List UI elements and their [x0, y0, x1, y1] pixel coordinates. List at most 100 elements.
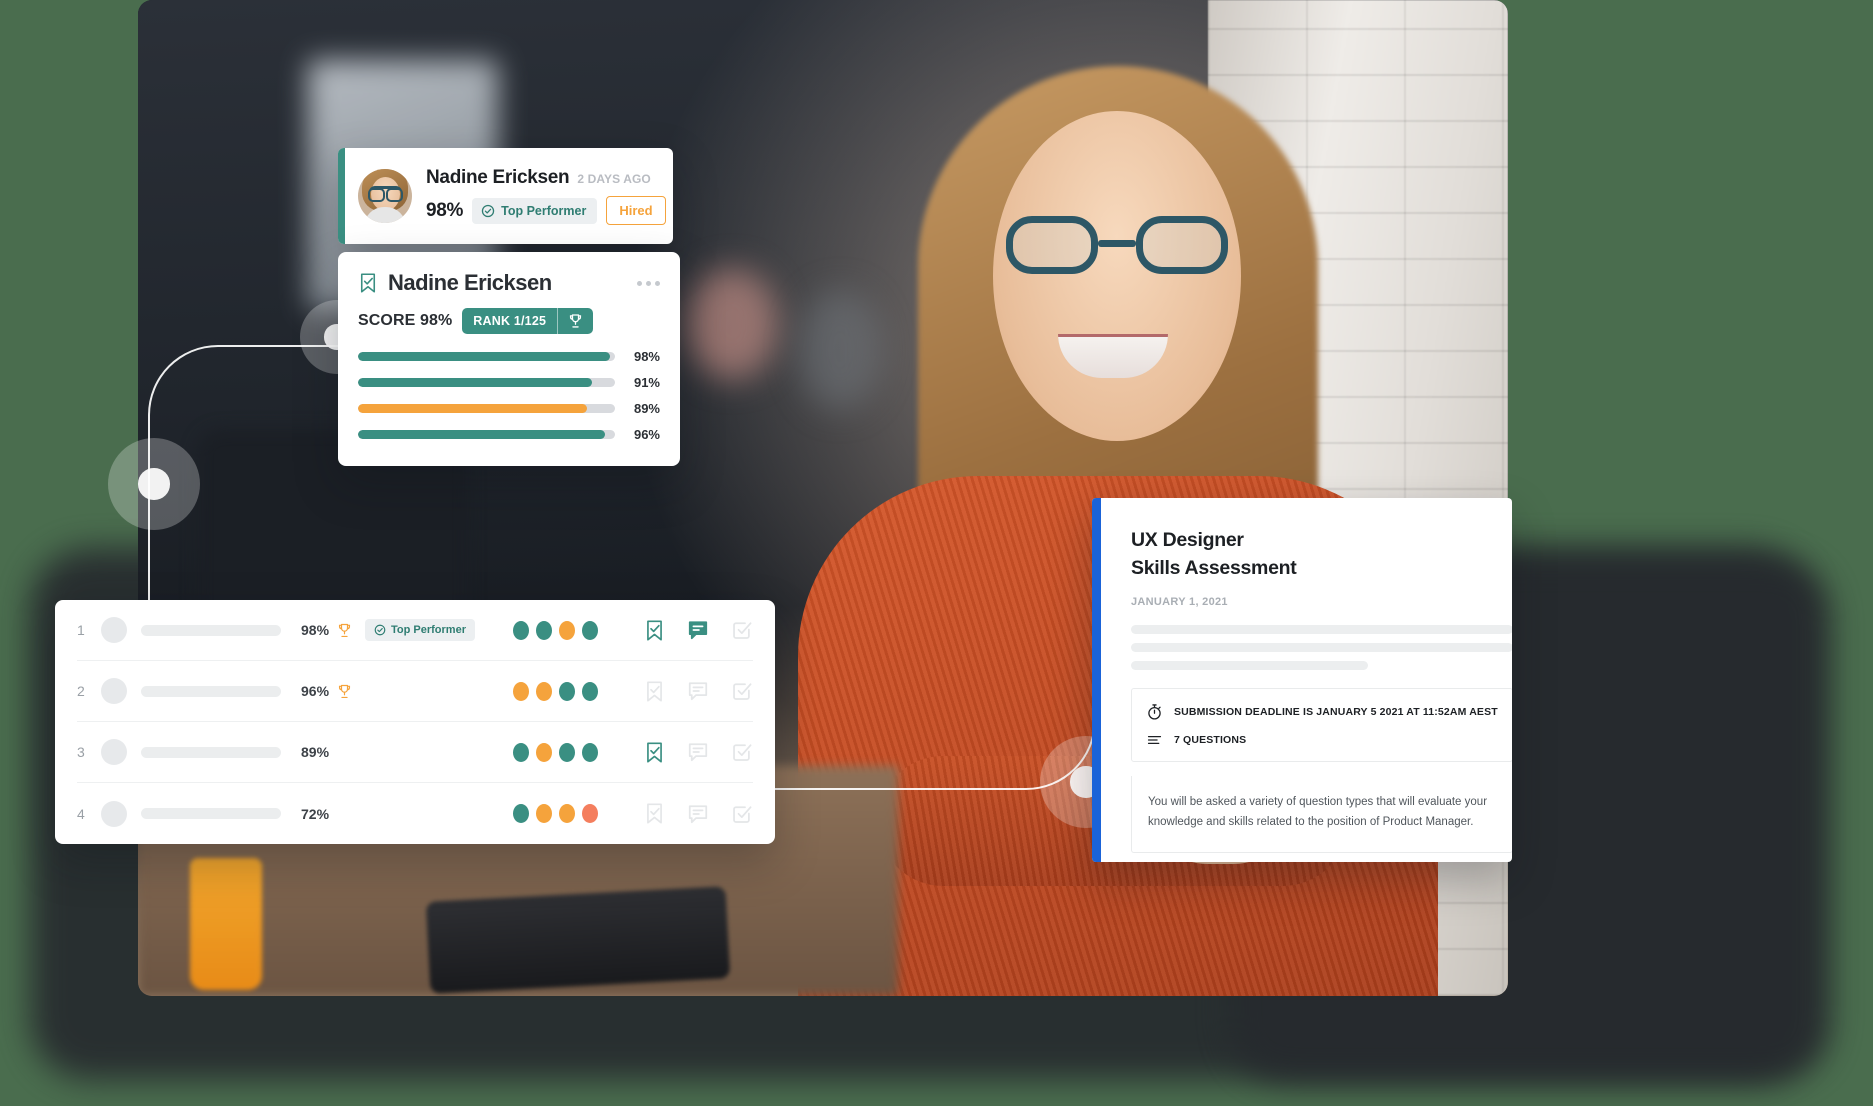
- table-row[interactable]: 2 96%: [77, 661, 753, 722]
- deadline-row: SUBMISSION DEADLINE IS JANUARY 5 2021 AT…: [1146, 703, 1498, 721]
- avatar: [358, 169, 412, 223]
- candidate-score-card[interactable]: Nadine Ericksen SCORE 98% RANK 1/125 98%…: [338, 252, 680, 466]
- row-actions: [644, 741, 753, 764]
- score-bar-fill: [358, 404, 587, 413]
- status-dot: [582, 804, 598, 823]
- trophy-icon: [337, 683, 359, 700]
- status-dot-group: [513, 620, 598, 640]
- table-row[interactable]: 4 72%: [77, 783, 753, 844]
- score-bar-row: 98%: [358, 349, 660, 364]
- placeholder-lines: [1131, 624, 1512, 670]
- check-square-icon[interactable]: [731, 803, 753, 825]
- assessment-description: You will be asked a variety of question …: [1131, 775, 1512, 853]
- status-dot: [582, 620, 598, 640]
- status-dot: [582, 742, 598, 762]
- bookmark-check-icon[interactable]: [358, 272, 378, 294]
- timestamp: 2 DAYS AGO: [577, 172, 651, 186]
- trophy-icon: [337, 622, 359, 639]
- hired-button[interactable]: Hired: [606, 196, 666, 225]
- comment-icon[interactable]: [687, 619, 709, 641]
- assessment-meta-box: SUBMISSION DEADLINE IS JANUARY 5 2021 AT…: [1131, 687, 1512, 762]
- avatar: [101, 678, 127, 704]
- check-square-icon[interactable]: [731, 680, 753, 702]
- score-bar-track: [358, 352, 615, 361]
- name-placeholder: [141, 746, 281, 758]
- avatar: [101, 739, 127, 765]
- score-bar-row: 96%: [358, 427, 660, 442]
- connector-node-b: [108, 438, 200, 530]
- row-actions: [644, 680, 753, 703]
- status-dot: [536, 620, 552, 640]
- candidate-leaderboard-panel[interactable]: 1 98% Top Performer 2 96% 3 89% 4 72%: [55, 600, 775, 844]
- check-circle-icon: [481, 204, 495, 218]
- name-placeholder: [141, 624, 281, 636]
- status-dot: [559, 742, 575, 762]
- status-dot-group: [513, 681, 598, 701]
- stopwatch-icon: [1146, 703, 1163, 721]
- table-row[interactable]: 1 98% Top Performer: [77, 600, 753, 661]
- top-performer-badge: Top Performer: [472, 197, 598, 224]
- row-score: 72%: [301, 805, 330, 822]
- name-placeholder: [141, 685, 281, 697]
- candidate-notification-card[interactable]: Nadine Ericksen 2 DAYS AGO 98% Top Perfo…: [338, 148, 673, 244]
- avatar: [101, 800, 127, 827]
- status-dot-group: [513, 804, 598, 823]
- row-rank: 2: [77, 683, 85, 699]
- name-placeholder: [141, 808, 281, 819]
- score-bar-value: 89%: [633, 401, 660, 416]
- bookmark-check-icon[interactable]: [644, 619, 665, 642]
- card-accent-strip: [338, 148, 345, 244]
- deadline-text: SUBMISSION DEADLINE IS JANUARY 5 2021 AT…: [1174, 705, 1498, 718]
- rank-label: RANK 1/125: [473, 314, 547, 328]
- score-bar-value: 91%: [633, 375, 660, 390]
- assessment-title: UX Designer Skills Assessment: [1131, 526, 1512, 583]
- score-bar-row: 89%: [358, 401, 660, 416]
- comment-icon[interactable]: [687, 680, 709, 702]
- row-actions: [644, 802, 753, 825]
- list-icon: [1146, 731, 1163, 749]
- status-dot: [536, 681, 552, 701]
- candidate-score: 98%: [426, 199, 464, 221]
- juice-glass: [190, 858, 262, 990]
- status-dot: [513, 620, 529, 640]
- score-bar-track: [358, 404, 615, 413]
- assessment-detail-panel[interactable]: UX Designer Skills Assessment JANUARY 1,…: [1092, 498, 1512, 862]
- score-bar-value: 96%: [633, 427, 660, 442]
- more-horizontal-icon[interactable]: [637, 280, 660, 286]
- badge-slot: Top Performer: [359, 619, 487, 641]
- top-performer-badge: Top Performer: [365, 619, 475, 641]
- bookmark-check-icon[interactable]: [644, 680, 665, 703]
- score-bar-list: 98% 91% 89% 96%: [358, 349, 660, 442]
- status-dot: [559, 681, 575, 701]
- comment-icon[interactable]: [687, 803, 709, 825]
- row-actions: [644, 619, 753, 642]
- questions-row: 7 QUESTIONS: [1146, 731, 1498, 749]
- bookmark-check-icon[interactable]: [644, 802, 665, 825]
- row-score: 89%: [301, 744, 330, 760]
- check-circle-icon: [374, 624, 386, 636]
- table-row[interactable]: 3 89%: [77, 722, 753, 783]
- score-bar-track: [358, 430, 615, 439]
- questions-text: 7 QUESTIONS: [1174, 733, 1247, 746]
- row-score: 98%: [301, 622, 330, 638]
- row-rank: 4: [77, 805, 85, 822]
- assessment-title-line2: Skills Assessment: [1131, 557, 1297, 580]
- check-square-icon[interactable]: [731, 741, 753, 763]
- eyeglasses-icon: [1006, 216, 1228, 278]
- trophy-icon: [558, 308, 593, 334]
- bookmark-check-icon[interactable]: [644, 741, 665, 764]
- assessment-title-line1: UX Designer: [1131, 529, 1244, 551]
- comment-icon[interactable]: [687, 741, 709, 763]
- status-dot: [513, 804, 529, 823]
- score-bar-fill: [358, 378, 592, 387]
- candidate-name: Nadine Ericksen: [426, 167, 570, 188]
- composite-stage: Nadine Ericksen 2 DAYS AGO 98% Top Perfo…: [0, 0, 1873, 1106]
- top-performer-label: Top Performer: [501, 203, 587, 218]
- status-dot: [559, 804, 575, 823]
- rank-pill[interactable]: RANK 1/125: [462, 308, 594, 334]
- status-dot: [513, 681, 529, 701]
- status-dot-group: [513, 742, 598, 762]
- score-bar-fill: [358, 430, 605, 439]
- check-square-icon[interactable]: [731, 619, 753, 641]
- assessment-date: JANUARY 1, 2021: [1131, 595, 1228, 608]
